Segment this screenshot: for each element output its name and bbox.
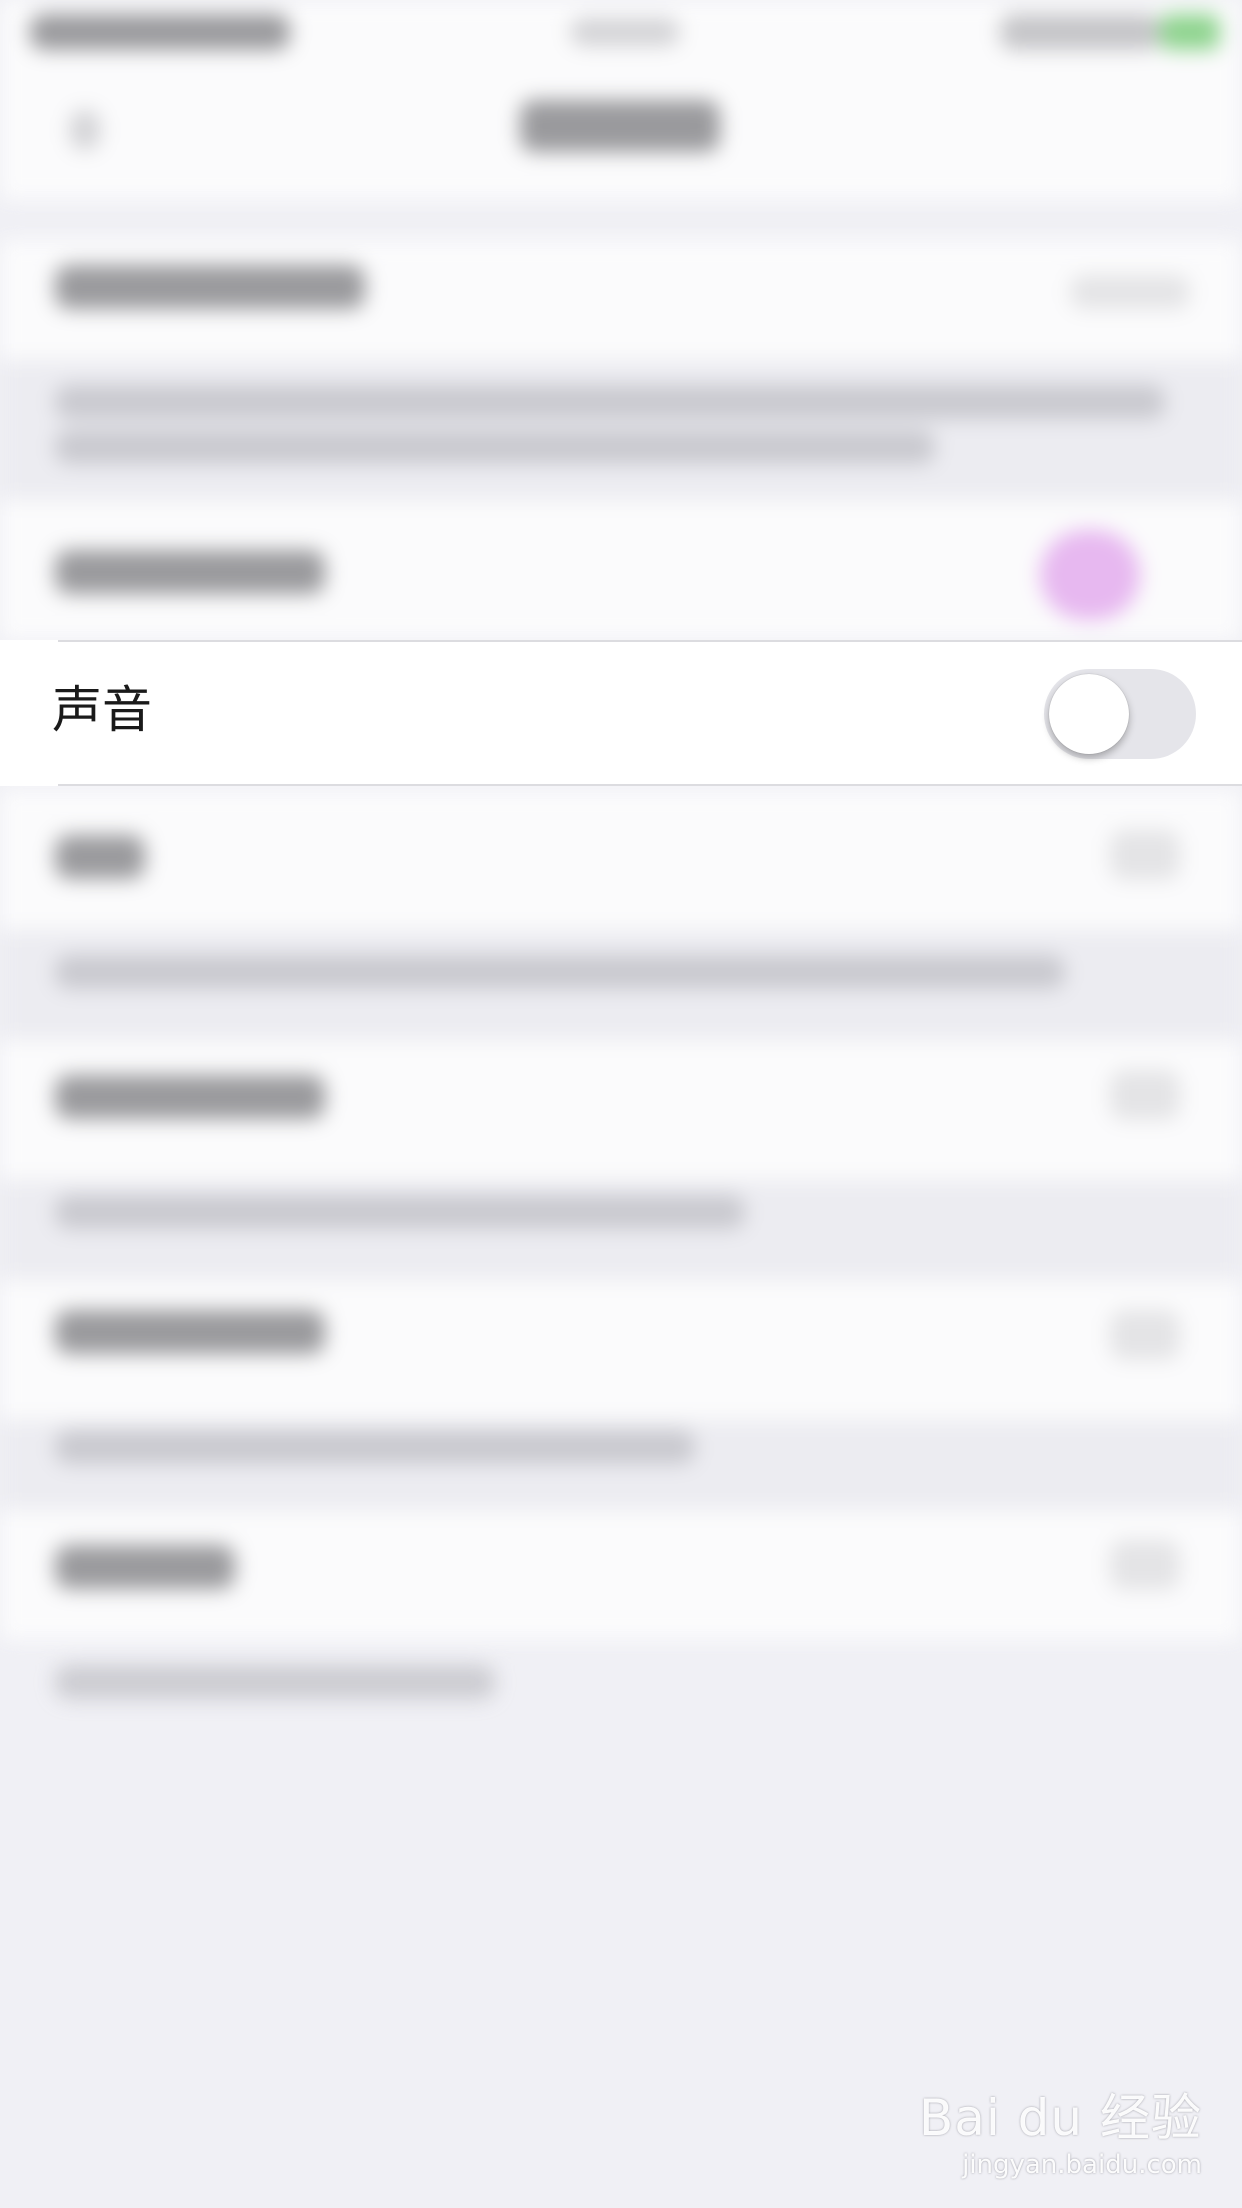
- row-top-divider: [58, 640, 1242, 642]
- baidu-jingyan-watermark: Bai du 经验 jingyan.baidu.com: [919, 2078, 1202, 2180]
- blurred-background: [0, 0, 1242, 2208]
- sound-setting-row[interactable]: 声音: [0, 640, 1242, 786]
- row-bottom-divider: [58, 784, 1242, 786]
- sound-label: 声音: [52, 681, 152, 739]
- sound-toggle[interactable]: [1044, 669, 1196, 759]
- watermark-url: jingyan.baidu.com: [962, 2150, 1202, 2180]
- toggle-knob: [1049, 674, 1129, 754]
- watermark-logo: Bai du 经验: [918, 2089, 1202, 2147]
